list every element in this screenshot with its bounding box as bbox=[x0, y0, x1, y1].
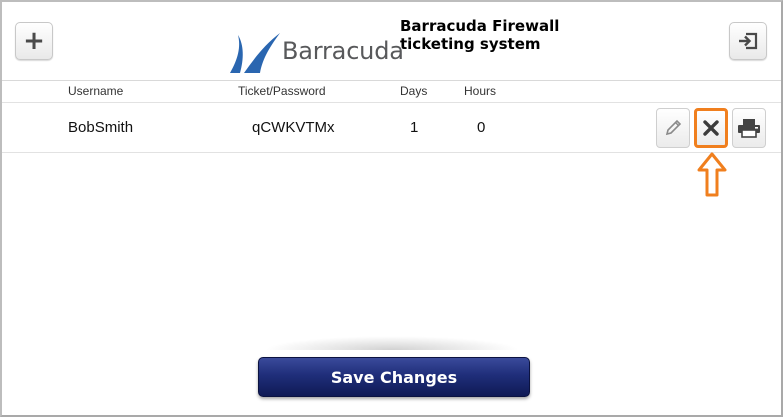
logout-icon bbox=[739, 32, 758, 50]
delete-button[interactable] bbox=[694, 108, 728, 148]
app-title: Barracuda Firewall ticketing system bbox=[400, 17, 560, 53]
printer-icon bbox=[738, 119, 760, 138]
cell-days: 1 bbox=[410, 119, 419, 136]
header-divider bbox=[2, 80, 781, 81]
column-header-ticket: Ticket/Password bbox=[238, 84, 326, 98]
edit-button[interactable] bbox=[656, 108, 690, 148]
save-changes-button[interactable]: Save Changes bbox=[258, 357, 530, 397]
column-header-hours: Hours bbox=[464, 84, 497, 98]
cell-username: BobSmith bbox=[68, 119, 134, 136]
plus-icon: + bbox=[23, 26, 45, 56]
save-button-shadow bbox=[264, 336, 520, 350]
column-header-days: Days bbox=[400, 84, 428, 98]
barracuda-wing-icon bbox=[230, 33, 280, 73]
logo-text: Barracuda bbox=[282, 37, 404, 65]
print-button[interactable] bbox=[732, 108, 766, 148]
logout-button[interactable] bbox=[729, 22, 767, 60]
column-header-username: Username bbox=[68, 84, 124, 98]
table-row-top-divider bbox=[2, 102, 781, 103]
barracuda-logo: Barracuda bbox=[228, 28, 404, 74]
close-icon bbox=[703, 120, 719, 136]
cell-hours: 0 bbox=[477, 119, 486, 136]
cell-ticket: qCWKVTMx bbox=[252, 119, 335, 136]
table-row-bottom-divider bbox=[2, 152, 781, 153]
add-ticket-button[interactable]: + bbox=[15, 22, 53, 60]
arrow-up-icon bbox=[697, 152, 727, 197]
pencil-icon bbox=[665, 119, 682, 136]
ticketing-window: + Barracuda Barracuda Firewall ticketing… bbox=[0, 0, 783, 417]
